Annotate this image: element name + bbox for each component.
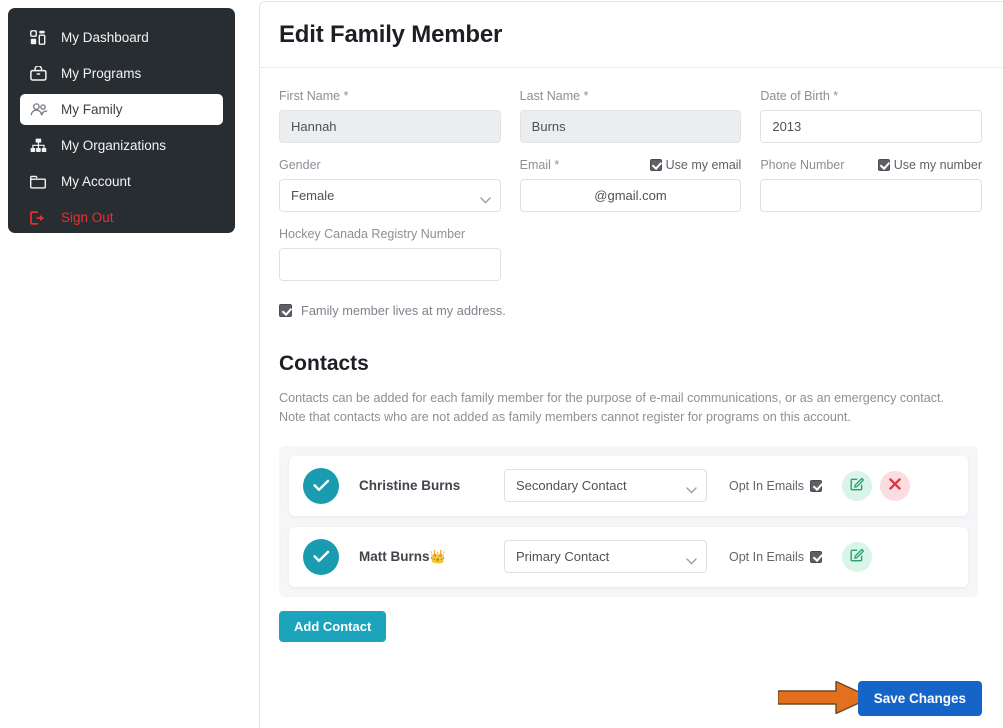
first-name-field-group: First Name *: [279, 86, 501, 143]
email-field-group: Email * Use my email: [519, 155, 742, 212]
lives-at-address-row[interactable]: Family member lives at my address.: [279, 303, 982, 318]
save-changes-button[interactable]: Save Changes: [857, 681, 982, 716]
edit-contact-button[interactable]: [842, 470, 873, 501]
sidebar-item-sign-out[interactable]: Sign Out: [20, 202, 223, 233]
edit-contact-button[interactable]: [842, 541, 873, 572]
sidebar: My Dashboard My Programs My Family My Or…: [8, 8, 235, 233]
phone-label-line: Phone Number Use my number: [760, 155, 982, 174]
use-my-number-checkbox-label[interactable]: Use my number: [877, 157, 983, 172]
add-contact-button[interactable]: Add Contact: [279, 610, 387, 642]
gender-label-line: Gender: [279, 155, 501, 174]
opt-in-emails-text: Opt In Emails: [729, 478, 805, 493]
people-icon: [30, 102, 52, 118]
contact-avatar-check-icon: [303, 538, 339, 575]
contact-row: Matt Burns👑 Primary Contact Opt In Email…: [289, 526, 968, 587]
contacts-list: Christine Burns Secondary Contact Opt In…: [279, 445, 978, 597]
contact-name-text: Matt Burns: [359, 548, 430, 564]
sidebar-item-my-family[interactable]: My Family: [20, 94, 223, 125]
use-my-email-checkbox[interactable]: [649, 158, 662, 171]
edit-pencil-icon: [850, 547, 865, 567]
panel-body: First Name * Last Name * Date of Birth *: [260, 68, 1003, 642]
crown-icon: 👑: [429, 548, 446, 564]
close-x-icon: [889, 477, 901, 495]
gender-field-group: Gender Female: [279, 155, 501, 212]
sidebar-item-my-organizations[interactable]: My Organizations: [20, 130, 223, 161]
phone-label: Phone Number: [760, 157, 845, 172]
first-name-input[interactable]: [279, 110, 501, 143]
sidebar-item-my-programs[interactable]: My Programs: [20, 58, 223, 89]
sidebar-item-label: My Dashboard: [61, 30, 149, 45]
contact-role-select-wrap: Secondary Contact: [504, 469, 707, 503]
gender-select[interactable]: Female: [279, 179, 501, 212]
dashboard-grid-icon: [30, 30, 52, 46]
form-row-contact: Gender Female Email * Use my email @gmai…: [279, 155, 983, 212]
basket-icon: [30, 66, 52, 82]
contact-role-select[interactable]: Primary Contact: [504, 540, 707, 574]
sign-out-icon: [30, 210, 52, 226]
last-name-label: Last Name *: [519, 88, 589, 103]
form-row-registry: Hockey Canada Registry Number: [279, 224, 982, 281]
panel-header: Edit Family Member: [260, 2, 1003, 68]
opt-in-emails-checkbox[interactable]: [810, 550, 823, 563]
last-name-label-line: Last Name *: [520, 86, 742, 105]
contact-name: Matt Burns👑: [359, 549, 504, 565]
sidebar-item-my-dashboard[interactable]: My Dashboard: [20, 22, 223, 53]
delete-contact-button[interactable]: [880, 470, 911, 501]
lives-at-address-label: Family member lives at my address.: [301, 303, 506, 318]
gender-label: Gender: [279, 157, 321, 172]
registry-field-group: Hockey Canada Registry Number: [279, 224, 501, 281]
app-root: My Dashboard My Programs My Family My Or…: [0, 0, 1003, 728]
email-label: Email *: [519, 157, 560, 172]
registry-input[interactable]: [279, 248, 501, 281]
org-tree-icon: [30, 138, 52, 154]
use-my-email-checkbox-label[interactable]: Use my email: [649, 157, 742, 172]
folder-icon: [30, 174, 52, 190]
last-name-field-group: Last Name *: [519, 86, 742, 143]
contact-name: Christine Burns: [359, 478, 504, 493]
opt-in-emails-checkbox[interactable]: [810, 479, 823, 492]
email-label-line: Email * Use my email: [520, 155, 742, 174]
registry-label: Hockey Canada Registry Number: [279, 226, 466, 241]
sidebar-item-label: My Family: [61, 102, 123, 117]
contact-avatar-check-icon: [303, 467, 339, 504]
use-my-number-checkbox[interactable]: [877, 158, 890, 171]
contact-name-text: Christine Burns: [359, 478, 461, 494]
phone-input[interactable]: [760, 179, 983, 212]
dob-input[interactable]: [760, 110, 983, 143]
contacts-description: Contacts can be added for each family me…: [279, 390, 944, 424]
dob-label: Date of Birth *: [760, 88, 839, 103]
sidebar-item-label: My Organizations: [61, 138, 167, 153]
sidebar-item-label: My Programs: [61, 66, 142, 81]
first-name-label: First Name *: [279, 88, 349, 103]
dob-label-line: Date of Birth *: [760, 86, 982, 105]
sidebar-item-my-account[interactable]: My Account: [20, 166, 223, 197]
lives-at-address-checkbox[interactable]: [279, 304, 292, 317]
opt-in-emails-text: Opt In Emails: [729, 549, 805, 564]
gender-select-wrap: Female: [279, 179, 501, 212]
contacts-heading: Contacts: [279, 352, 369, 375]
last-name-input[interactable]: [519, 110, 742, 143]
opt-in-emails-label[interactable]: Opt In Emails: [729, 478, 823, 493]
email-input[interactable]: [519, 179, 742, 212]
form-row-names: First Name * Last Name * Date of Birth *: [279, 86, 983, 143]
sidebar-item-label: Sign Out: [61, 210, 114, 225]
sidebar-item-label: My Account: [61, 174, 131, 189]
page-title: Edit Family Member: [279, 20, 503, 48]
phone-field-group: Phone Number Use my number: [760, 155, 983, 212]
contact-role-select-wrap: Primary Contact: [504, 540, 707, 574]
use-my-email-text: Use my email: [665, 157, 742, 172]
use-my-number-text: Use my number: [893, 157, 983, 172]
first-name-label-line: First Name *: [279, 86, 501, 105]
dob-field-group: Date of Birth *: [760, 86, 983, 143]
registry-label-line: Hockey Canada Registry Number: [279, 224, 501, 243]
contact-role-select[interactable]: Secondary Contact: [504, 469, 707, 503]
contact-row: Christine Burns Secondary Contact Opt In…: [289, 455, 968, 516]
edit-pencil-icon: [850, 476, 865, 496]
main-panel: Edit Family Member First Name * Last Nam…: [259, 1, 1003, 728]
opt-in-emails-label[interactable]: Opt In Emails: [729, 549, 823, 564]
